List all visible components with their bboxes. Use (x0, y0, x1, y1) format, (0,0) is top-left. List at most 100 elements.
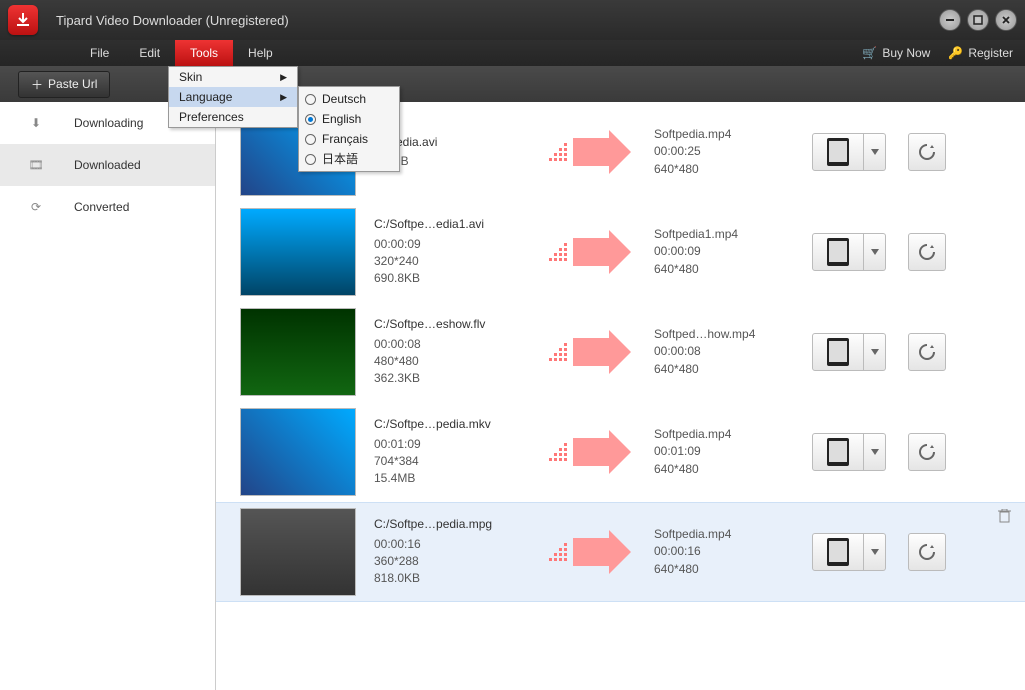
source-resolution: 320*240 (374, 253, 524, 270)
minimize-button[interactable] (939, 9, 961, 31)
device-profile-button[interactable] (812, 533, 864, 571)
device-profile-button[interactable] (812, 133, 864, 171)
source-duration: 00:01:09 (374, 436, 524, 453)
plus-icon: ＋ (31, 76, 43, 93)
radio-icon (305, 154, 316, 165)
paste-url-button[interactable]: ＋ Paste Url (18, 71, 110, 98)
source-duration: 00:00:09 (374, 236, 524, 253)
device-dropdown-button[interactable] (864, 433, 886, 471)
device-dropdown-button[interactable] (864, 133, 886, 171)
destination-info: Softpedia1.mp400:00:09640*480 (654, 226, 804, 278)
convert-button[interactable] (908, 433, 946, 471)
menu-edit[interactable]: Edit (124, 40, 175, 66)
list-item[interactable]: C:/Softpe…pedia.mpg00:00:16360*288818.0K… (216, 502, 1025, 602)
ipad-icon (827, 438, 849, 466)
source-info: C:/Softpe…pedia.mkv 00:01:09704*38415.4MB (374, 416, 524, 488)
source-filename: C:/Softpe…pedia.mpg (374, 516, 524, 533)
menu-skin[interactable]: Skin▶ (169, 67, 297, 87)
destination-filename: Softped…how.mp4 (654, 326, 804, 343)
menu-tools[interactable]: Tools (175, 40, 233, 66)
source-duration: 00:00:16 (374, 536, 524, 553)
conversion-arrow-icon (524, 338, 634, 366)
destination-resolution: 640*480 (654, 261, 804, 278)
convert-button[interactable] (908, 233, 946, 271)
buy-now-link[interactable]: 🛒 Buy Now (862, 46, 930, 60)
source-size: 362.3KB (374, 370, 524, 387)
film-icon: 🎞 (26, 158, 46, 172)
language-submenu: Deutsch English Français 日本語 (298, 86, 400, 172)
conversion-arrow-icon (524, 238, 634, 266)
list-item[interactable]: C:/Softpe…pedia.mkv00:01:09704*38415.4MB… (216, 402, 1025, 502)
source-size: 15.4MB (374, 470, 524, 487)
register-link[interactable]: 🔑 Register (948, 46, 1013, 60)
source-size: 818.0KB (374, 570, 524, 587)
convert-button[interactable] (908, 533, 946, 571)
lang-deutsch[interactable]: Deutsch (299, 89, 399, 109)
device-profile-button[interactable] (812, 233, 864, 271)
sidebar-item-converted[interactable]: ⟳ Converted (0, 186, 215, 228)
lang-english[interactable]: English (299, 109, 399, 129)
app-logo-icon (8, 5, 38, 35)
source-size: 690.8KB (374, 270, 524, 287)
ipad-icon (827, 138, 849, 166)
close-button[interactable] (995, 9, 1017, 31)
device-dropdown-button[interactable] (864, 533, 886, 571)
menu-language[interactable]: Language▶ (169, 87, 297, 107)
destination-duration: 00:01:09 (654, 443, 804, 460)
destination-filename: Softpedia.mp4 (654, 426, 804, 443)
key-icon: 🔑 (948, 46, 963, 60)
source-info: C:/Softpe…eshow.flv 00:00:08480*480362.3K… (374, 316, 524, 388)
menu-bar: File Edit Tools Help 🛒 Buy Now 🔑 Registe… (0, 40, 1025, 66)
device-profile-button[interactable] (812, 433, 864, 471)
thumbnail (240, 508, 356, 596)
sidebar-item-downloaded[interactable]: 🎞 Downloaded (0, 144, 215, 186)
sidebar: ⬇ Downloading 🎞 Downloaded ⟳ Converted (0, 102, 216, 690)
thumbnail (240, 308, 356, 396)
source-info: C:/Softpe…pedia.mpg 00:00:16360*288818.0K… (374, 516, 524, 588)
radio-icon (305, 114, 316, 125)
destination-duration: 00:00:08 (654, 343, 804, 360)
delete-button[interactable] (998, 509, 1011, 526)
ipad-icon (827, 338, 849, 366)
list-item[interactable]: C:/Softpe…eshow.flv00:00:08480*480362.3K… (216, 302, 1025, 402)
source-resolution: 480*480 (374, 353, 524, 370)
source-filename: C:/Softpe…pedia.mkv (374, 416, 524, 433)
destination-duration: 00:00:25 (654, 143, 804, 160)
destination-duration: 00:00:16 (654, 543, 804, 560)
menu-help[interactable]: Help (233, 40, 288, 66)
lang-japanese[interactable]: 日本語 (299, 149, 399, 169)
maximize-button[interactable] (967, 9, 989, 31)
menu-file[interactable]: File (75, 40, 124, 66)
source-filename: C:/Softpe…eshow.flv (374, 316, 524, 333)
tools-dropdown: Skin▶ Language▶ Preferences (168, 66, 298, 128)
destination-filename: Softpedia1.mp4 (654, 226, 804, 243)
thumbnail (240, 408, 356, 496)
convert-button[interactable] (908, 133, 946, 171)
menu-preferences[interactable]: Preferences (169, 107, 297, 127)
download-icon: ⬇ (26, 116, 46, 130)
device-dropdown-button[interactable] (864, 233, 886, 271)
window-title: Tipard Video Downloader (Unregistered) (56, 13, 933, 28)
radio-icon (305, 94, 316, 105)
device-profile-button[interactable] (812, 333, 864, 371)
device-dropdown-button[interactable] (864, 333, 886, 371)
convert-icon: ⟳ (26, 200, 46, 214)
destination-filename: Softpedia.mp4 (654, 126, 804, 143)
thumbnail (240, 208, 356, 296)
source-resolution: 360*288 (374, 553, 524, 570)
destination-resolution: 640*480 (654, 561, 804, 578)
destination-resolution: 640*480 (654, 361, 804, 378)
list-item[interactable]: C:/Softpe…edia1.avi00:00:09320*240690.8K… (216, 202, 1025, 302)
lang-francais[interactable]: Français (299, 129, 399, 149)
cart-icon: 🛒 (862, 46, 877, 60)
destination-info: Softpedia.mp400:00:25640*480 (654, 126, 804, 178)
conversion-arrow-icon (524, 438, 634, 466)
source-duration: 00:00:08 (374, 336, 524, 353)
destination-duration: 00:00:09 (654, 243, 804, 260)
convert-button[interactable] (908, 333, 946, 371)
ipad-icon (827, 538, 849, 566)
chevron-right-icon: ▶ (280, 87, 287, 107)
destination-resolution: 640*480 (654, 461, 804, 478)
source-resolution: 704*384 (374, 453, 524, 470)
chevron-right-icon: ▶ (280, 67, 287, 87)
